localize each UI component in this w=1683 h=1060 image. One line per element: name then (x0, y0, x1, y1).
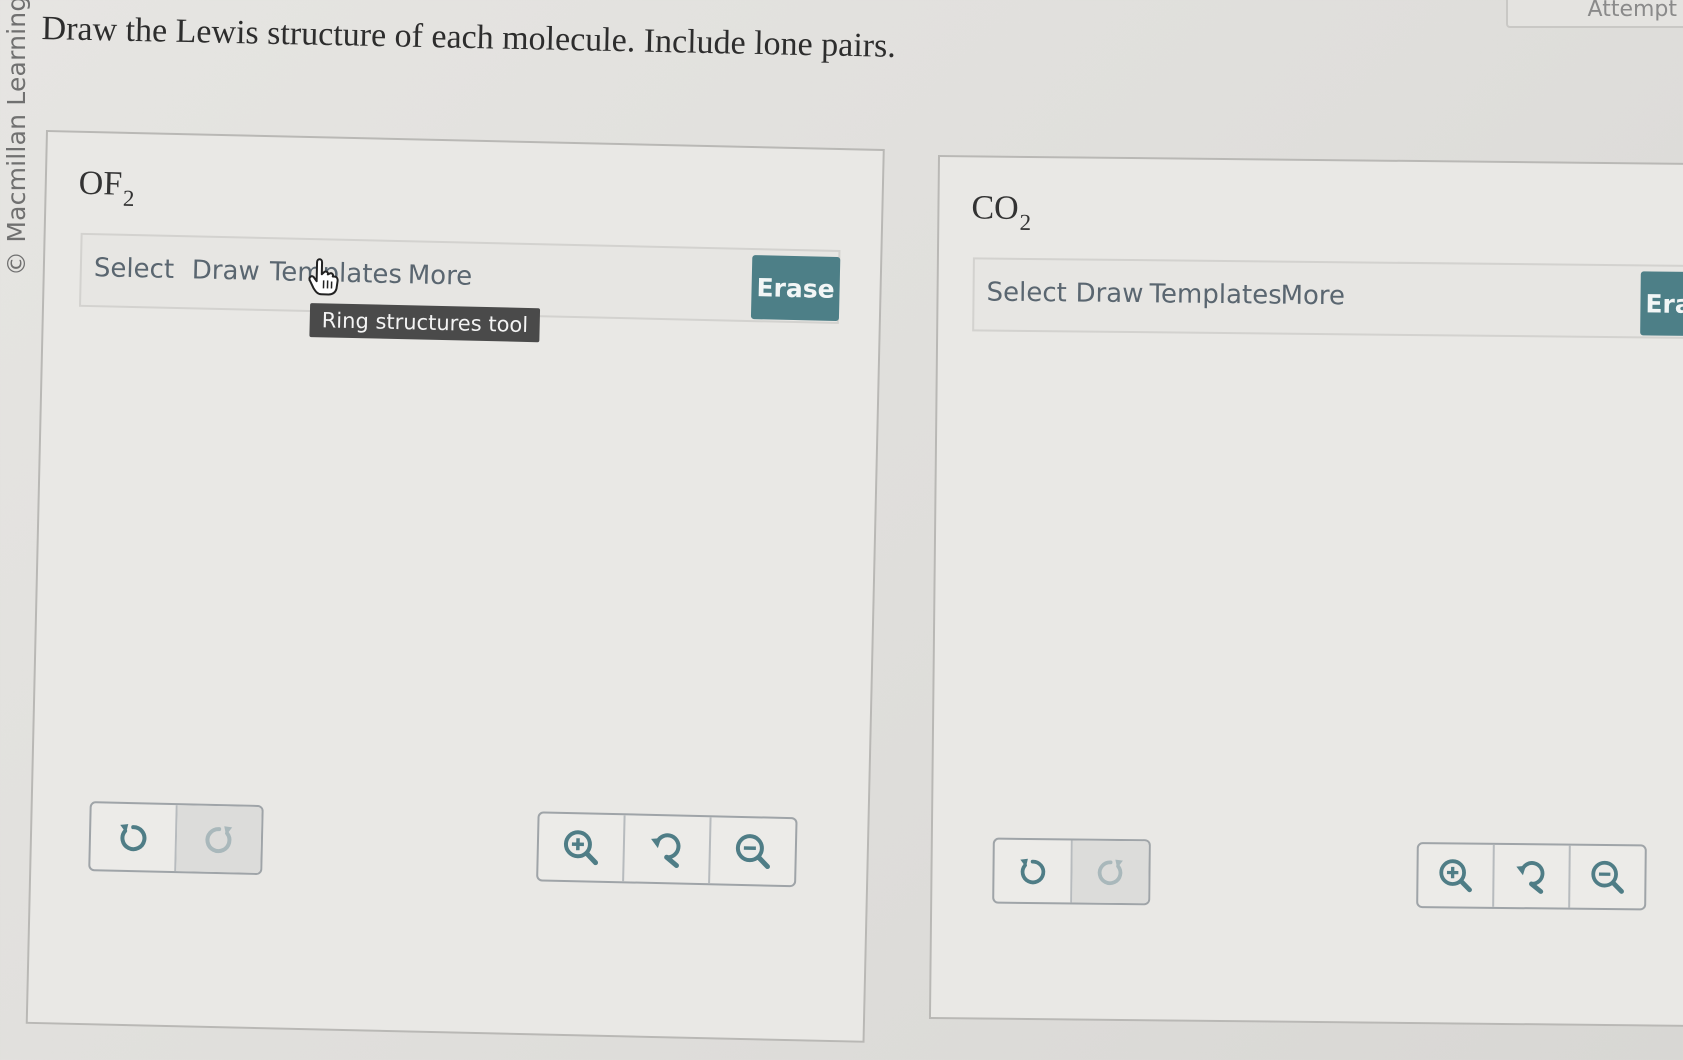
copyright-credit: © Macmillan Learning (2, 0, 31, 276)
zoom-reset-icon (651, 833, 681, 868)
history-controls (992, 837, 1151, 906)
templates-menu[interactable]: Templates (1149, 279, 1281, 310)
erase-button[interactable]: Erase (1640, 271, 1683, 337)
zoom-out-icon (1591, 860, 1624, 894)
draw-menu[interactable]: Draw (1075, 278, 1143, 309)
zoom-reset-icon (1516, 861, 1545, 894)
redo-icon (1097, 859, 1123, 886)
zoom-out-button[interactable] (1570, 846, 1645, 909)
zoom-out-button[interactable] (710, 817, 795, 885)
zoom-out-icon (735, 834, 770, 870)
attempt-label: Attempt 3 (1587, 0, 1683, 22)
formula-base: CO (971, 189, 1019, 227)
redo-button[interactable] (1072, 840, 1149, 904)
erase-button[interactable]: Erase (750, 255, 841, 322)
zoom-controls (536, 811, 798, 888)
tooltip: Ring structures tool (309, 303, 541, 343)
zoom-controls (1416, 842, 1647, 911)
undo-icon (120, 824, 147, 852)
formula-subscript: 2 (1019, 209, 1032, 235)
zoom-in-button[interactable] (1418, 844, 1495, 907)
undo-button[interactable] (994, 839, 1073, 903)
drawing-panel-of2: OF2 Select Draw Templates More Erase Rin… (25, 130, 885, 1043)
history-controls (88, 801, 264, 876)
formula-base: OF (78, 164, 123, 203)
undo-icon (1020, 858, 1046, 885)
zoom-reset-button[interactable] (1494, 844, 1571, 908)
zoom-reset-button[interactable] (624, 815, 712, 884)
draw-menu[interactable]: Draw (192, 255, 261, 287)
molecule-formula: OF2 (78, 164, 134, 211)
zoom-in-icon (1439, 859, 1472, 893)
more-menu[interactable]: More (407, 260, 472, 291)
attempt-indicator: Attempt 3 (1506, 0, 1683, 28)
formula-subscript: 2 (122, 185, 135, 212)
hand-pointer-icon (308, 258, 339, 296)
select-menu[interactable]: Select (94, 253, 175, 285)
zoom-in-button[interactable] (538, 813, 626, 882)
select-menu[interactable]: Select (986, 278, 1067, 309)
redo-icon (205, 826, 233, 854)
redo-button[interactable] (176, 805, 262, 874)
drawing-panel-co2: CO2 Select Draw Templates More Erase (928, 155, 1683, 1028)
undo-button[interactable] (90, 803, 178, 872)
zoom-in-icon (563, 830, 599, 866)
editor-toolbar: Select Draw Templates More Erase (972, 257, 1683, 340)
question-prompt: Draw the Lewis structure of each molecul… (41, 10, 897, 65)
more-menu[interactable]: More (1280, 281, 1345, 312)
molecule-formula: CO2 (971, 189, 1031, 235)
